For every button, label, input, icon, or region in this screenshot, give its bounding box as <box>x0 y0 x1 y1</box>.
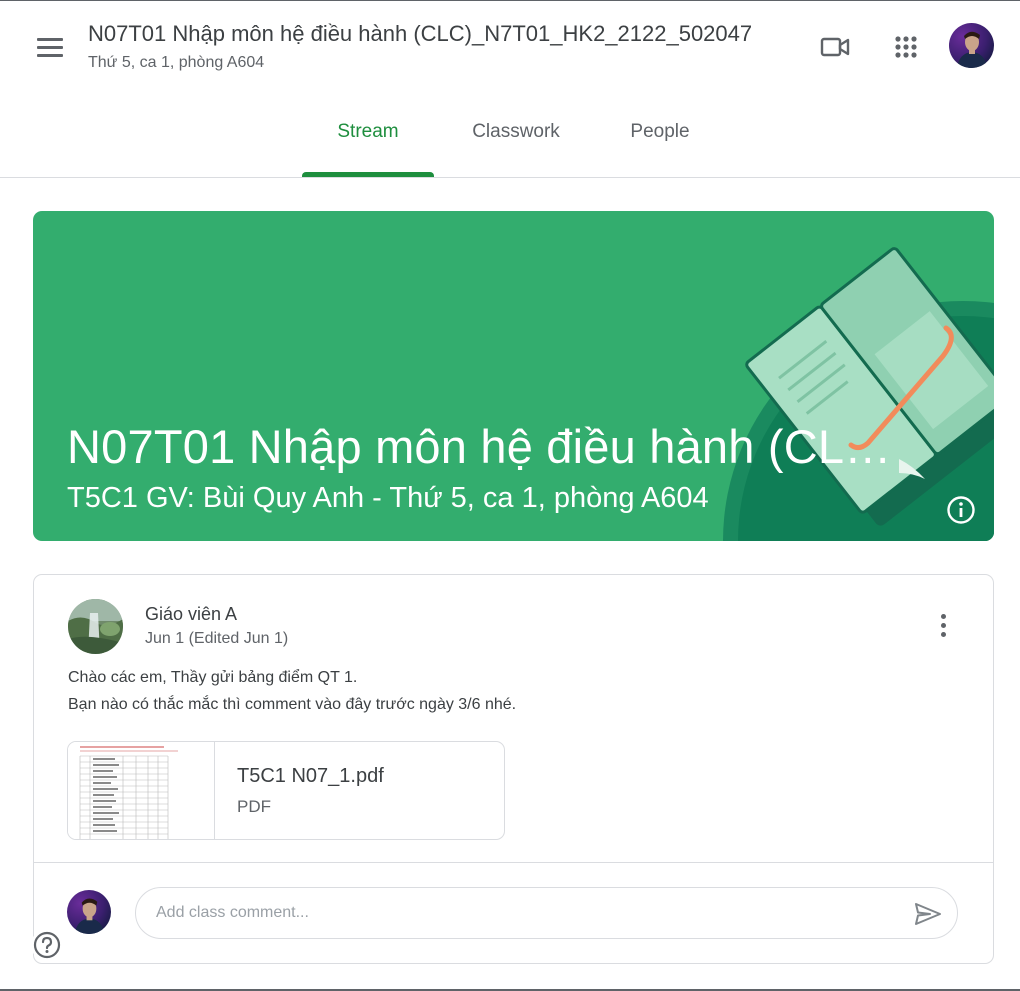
comment-box <box>135 887 958 939</box>
tab-stream[interactable]: Stream <box>302 101 434 178</box>
main-menu-button[interactable] <box>30 29 70 65</box>
author-avatar <box>68 599 123 654</box>
more-vert-icon <box>940 631 946 637</box>
avatar <box>67 890 111 934</box>
meet-button[interactable] <box>813 25 857 69</box>
account-avatar[interactable] <box>949 23 994 68</box>
post-comment-button[interactable] <box>910 898 946 930</box>
class-subtitle: Thứ 5, ca 1, phòng A604 <box>88 54 265 71</box>
menu-bar <box>37 45 63 49</box>
send-icon <box>915 903 941 925</box>
post-text-line: Bạn nào có thắc mắc thì comment vào đây … <box>68 696 517 713</box>
commenter-avatar <box>67 890 111 934</box>
video-camera-icon <box>820 37 850 57</box>
post-date: Jun 1 (Edited Jun 1) <box>145 630 289 647</box>
post-text-line: Chào các em, Thầy gửi bảng điểm QT 1. <box>68 669 358 686</box>
banner-subtitle: T5C1 GV: Bùi Quy Anh - Thứ 5, ca 1, phòn… <box>67 482 709 514</box>
grid-apps-icon <box>895 36 917 58</box>
menu-bar <box>37 53 63 57</box>
menu-bar <box>37 37 63 41</box>
info-icon <box>947 496 975 524</box>
class-banner: N07T01 Nhập môn hệ điều hành (CLC)_N7T01… <box>33 211 994 541</box>
active-tab-indicator <box>302 172 434 177</box>
banner-title: N07T01 Nhập môn hệ điều hành (CLC)_N7T01… <box>67 420 907 473</box>
class-tabs: Stream Classwork People <box>0 101 1020 178</box>
attachment-name: T5C1 N07_1.pdf <box>237 765 384 787</box>
tab-classwork[interactable]: Classwork <box>450 101 582 178</box>
announcement-card: Giáo viên A Jun 1 (Edited Jun 1) Chào cá… <box>33 574 994 964</box>
post-options-button[interactable] <box>927 609 959 641</box>
pdf-thumbnail <box>68 742 215 839</box>
help-button[interactable] <box>31 929 63 961</box>
more-vert-icon <box>940 622 946 628</box>
class-header: N07T01 Nhập môn hệ điều hành (CLC)_N7T01… <box>0 1 1020 178</box>
class-comment-input[interactable] <box>156 901 896 925</box>
avatar <box>68 599 123 654</box>
tab-people[interactable]: People <box>597 101 723 178</box>
attachment-type: PDF <box>237 797 271 816</box>
post-author: Giáo viên A <box>145 604 238 624</box>
help-icon <box>33 931 61 959</box>
class-info-button[interactable] <box>944 493 978 527</box>
pdf-preview-icon <box>78 744 196 839</box>
attachment-card[interactable]: T5C1 N07_1.pdf PDF <box>67 741 505 840</box>
avatar <box>949 23 994 68</box>
class-title[interactable]: N07T01 Nhập môn hệ điều hành (CLC)_N7T01… <box>88 21 752 47</box>
google-apps-button[interactable] <box>884 25 928 69</box>
more-vert-icon <box>940 613 946 619</box>
divider <box>34 862 993 863</box>
